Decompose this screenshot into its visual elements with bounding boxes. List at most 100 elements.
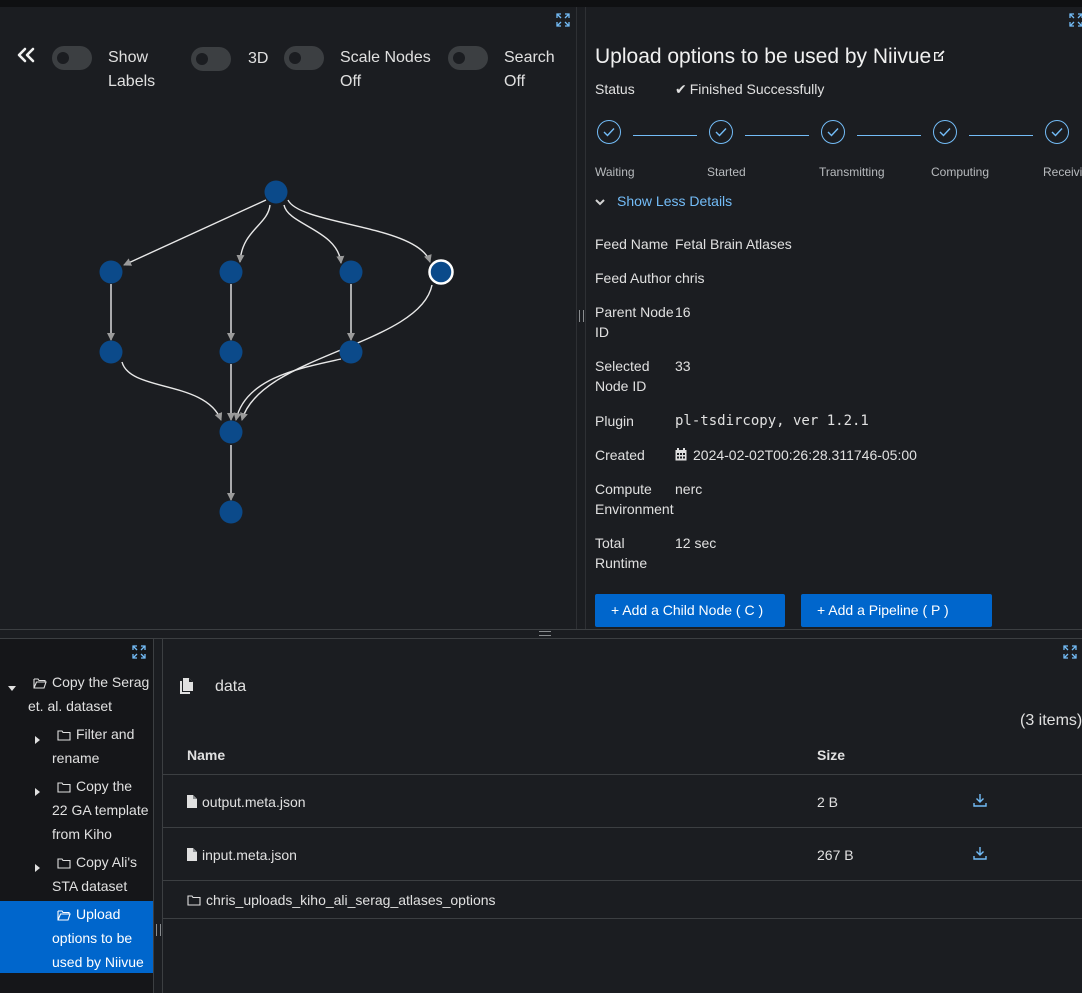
column-header-size[interactable]: Size [817, 747, 845, 763]
table-row[interactable]: output.meta.json 2 B [163, 775, 1082, 827]
breadcrumb[interactable]: data [215, 678, 246, 696]
tree-splitter[interactable] [153, 639, 163, 993]
parent-node-label-line1: Parent Node [595, 304, 674, 320]
tree-item-line: 22 GA template [52, 802, 149, 818]
graph-node [99, 260, 123, 284]
tree-item-label: Copy the Serag [52, 674, 150, 690]
tree-item-line: Copy Ali's [57, 850, 137, 876]
folder-open-icon [33, 672, 47, 696]
step-receiving-icon [1045, 120, 1069, 144]
tree-item-copy-serag[interactable]: Copy the Serag et. al. dataset [0, 670, 153, 718]
file-size: 2 B [817, 794, 839, 810]
graph-node [219, 500, 243, 524]
tree-item-line: rename [52, 750, 100, 766]
selected-node-label: Selected Node ID [595, 356, 677, 396]
total-runtime-label-line1: Total [595, 535, 625, 551]
show-less-details-toggle[interactable]: Show Less Details [595, 193, 732, 209]
tree-item-line: options to be [52, 930, 133, 946]
folder-name[interactable]: chris_uploads_kiho_ali_serag_atlases_opt… [187, 892, 496, 909]
file-browser-pane: data (3 items) Name Size output.meta.jso… [163, 639, 1082, 993]
selected-node-value: 33 [675, 358, 691, 374]
show-less-label: Show Less Details [617, 193, 733, 209]
tree-item-label: Copy the [76, 778, 133, 794]
created-label: Created [595, 447, 645, 463]
node-details-pane: Upload options to be used by Niivue Stat… [587, 7, 1082, 629]
compute-env-label-line1: Compute [595, 481, 652, 497]
horizontal-splitter[interactable] [0, 629, 1082, 639]
parent-node-value: 16 [675, 304, 691, 320]
graph-link [236, 204, 271, 263]
feed-graph-pane: Show Labels 3D Scale Nodes Off Search Of… [0, 7, 576, 629]
parent-node-label-line2: ID [595, 324, 609, 340]
graph-link [233, 358, 342, 421]
tree-item-copy-ali[interactable]: Copy Ali's STA dataset [0, 850, 153, 898]
tree-item-line: Copy the [57, 774, 132, 800]
splitter-grip-icon [539, 631, 551, 636]
column-header-name[interactable]: Name [187, 747, 225, 763]
caret-right-icon[interactable] [33, 728, 41, 744]
graph-node [339, 260, 363, 284]
tree-item-line: Filter and [57, 722, 134, 748]
divider [163, 918, 1082, 919]
file-tree-pane: Copy the Serag et. al. dataset Filter an… [0, 639, 153, 993]
total-runtime-value: 12 sec [675, 535, 717, 551]
table-row[interactable]: input.meta.json 267 B [163, 828, 1082, 880]
node-title: Upload options to be used by Niivue [595, 45, 946, 69]
folder-icon [57, 852, 71, 876]
step-connector [745, 135, 809, 136]
step-connector [857, 135, 921, 136]
expand-details-icon[interactable] [1068, 12, 1082, 28]
tree-item-upload-options[interactable]: Upload options to be used by Niivue [0, 901, 153, 973]
tree-item-label: Copy Ali's [76, 854, 138, 870]
expand-tree-icon[interactable] [131, 644, 147, 660]
folder-name-text: chris_uploads_kiho_ali_serag_atlases_opt… [206, 892, 496, 908]
plugin-value: pl-tsdircopy, ver 1.2.1 [675, 413, 869, 429]
file-name[interactable]: input.meta.json [187, 847, 297, 864]
file-size: 267 B [817, 847, 854, 863]
tree-item-line: et. al. dataset [28, 698, 113, 714]
file-name[interactable]: output.meta.json [187, 794, 306, 811]
plugin-label: Plugin [595, 413, 634, 429]
step-waiting-icon [597, 120, 621, 144]
folder-icon [57, 724, 71, 748]
folder-icon [57, 776, 71, 800]
copy-path-icon[interactable] [179, 678, 193, 697]
caret-right-icon[interactable] [33, 780, 41, 796]
tree-item-filter-rename[interactable]: Filter and rename [0, 722, 153, 770]
item-count: (3 items) [1020, 712, 1082, 729]
tree-item-copy-22ga[interactable]: Copy the 22 GA template from Kiho [0, 774, 153, 846]
graph-node [219, 260, 243, 284]
graph-link [123, 199, 267, 266]
add-pipeline-button[interactable]: + Add a Pipeline ( P ) [801, 594, 992, 627]
file-icon [187, 795, 197, 811]
feed-author-label: Feed Author [595, 270, 672, 286]
caret-down-icon[interactable] [8, 676, 16, 691]
step-label: Receiving [1043, 165, 1082, 179]
graph-node-selected [428, 259, 454, 285]
expand-files-icon[interactable] [1062, 644, 1078, 660]
vertical-splitter[interactable] [576, 7, 586, 629]
graph-link [121, 361, 223, 421]
created-value: 2024-02-02T00:26:28.311746-05:00 [675, 445, 917, 466]
step-computing-icon [933, 120, 957, 144]
download-icon[interactable] [973, 846, 987, 863]
file-icon [187, 848, 197, 864]
file-name-text: input.meta.json [202, 847, 297, 863]
caret-right-icon[interactable] [33, 856, 41, 872]
status-label: Status [595, 81, 635, 97]
feed-tree-graph [99, 180, 454, 524]
graph-node [339, 340, 363, 364]
compute-env-label-line2: Environment [595, 501, 674, 517]
total-runtime-label-line2: Runtime [595, 555, 648, 571]
add-child-node-button[interactable]: + Add a Child Node ( C ) [595, 594, 785, 627]
folder-open-icon [57, 904, 71, 928]
graph-link [240, 284, 433, 421]
compute-env-value: nerc [675, 481, 703, 497]
tree-item-line: Upload [57, 902, 120, 928]
tree-item-line: used by Niivue [52, 954, 144, 970]
edit-icon[interactable] [932, 45, 946, 69]
download-icon[interactable] [973, 793, 987, 810]
node-title-text: Upload options to be used by Niivue [595, 45, 932, 68]
top-bar [0, 0, 1082, 7]
table-row[interactable]: chris_uploads_kiho_ali_serag_atlases_opt… [163, 881, 1082, 917]
